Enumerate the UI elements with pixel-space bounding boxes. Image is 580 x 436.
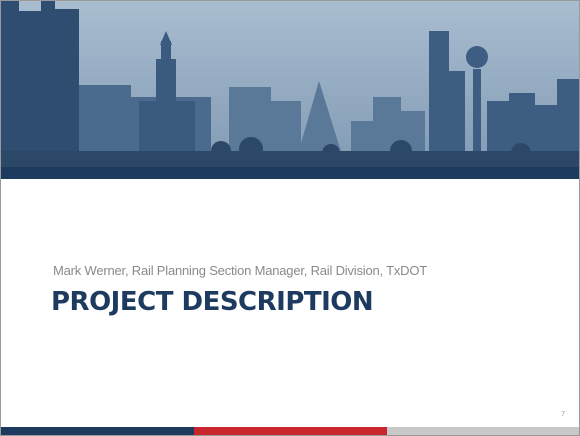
- presenter-subtitle: Mark Werner, Rail Planning Section Manag…: [53, 263, 427, 278]
- page-number: 7: [561, 411, 565, 418]
- banner-bottom-band: [1, 167, 579, 179]
- skyline-illustration: [1, 1, 579, 179]
- slide-title: PROJECT DESCRIPTION: [51, 287, 374, 317]
- footer-bar-blue: [1, 427, 194, 435]
- footer-bar-red: [194, 427, 387, 435]
- presentation-slide: Mark Werner, Rail Planning Section Manag…: [0, 0, 580, 436]
- footer-bar-grey: [387, 427, 579, 435]
- city-skyline-banner: [1, 1, 579, 179]
- footer-color-bar: [1, 427, 579, 435]
